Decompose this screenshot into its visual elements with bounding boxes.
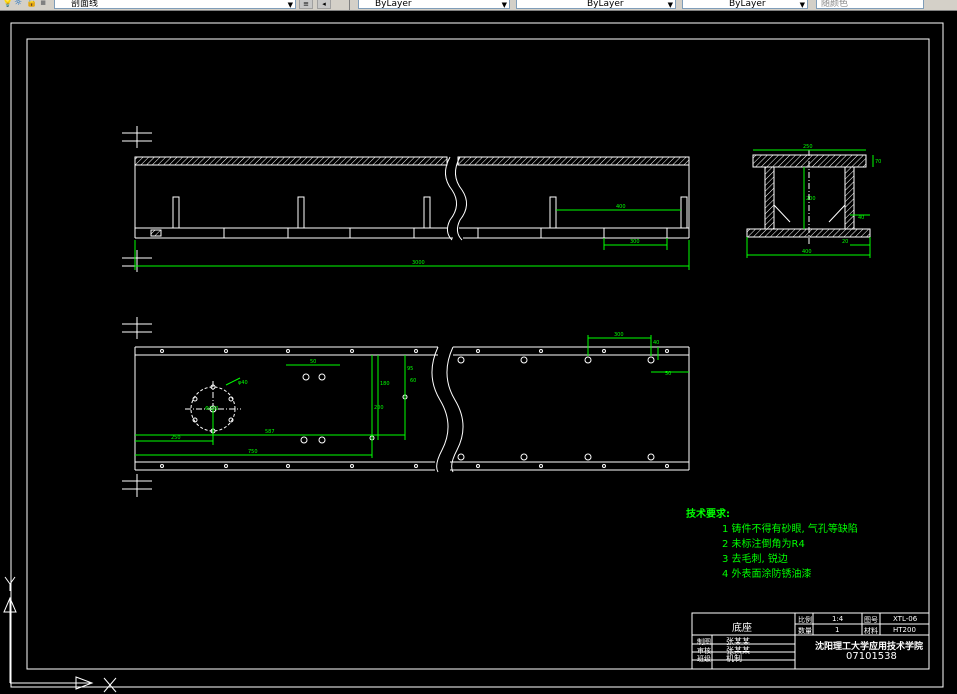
class-label: 班级	[697, 655, 711, 663]
top-plate-right	[457, 156, 690, 166]
side-dim-height: 200	[806, 196, 816, 202]
layer-name: 剖面线	[71, 0, 99, 9]
plan-dim-200: 200	[374, 405, 384, 411]
toolbar-separator	[349, 0, 350, 10]
plan-dim-r40: φ40	[238, 380, 248, 386]
side-dim-bottom: 400	[802, 249, 812, 255]
ucs-icon	[3, 576, 117, 693]
chevron-down-icon: ▼	[799, 1, 805, 9]
plan-dim-right-50: 50	[665, 371, 671, 377]
chevron-down-icon: ▼	[501, 1, 507, 9]
plotstyle-dropdown[interactable]: 随颜色	[816, 0, 924, 9]
material-value: HT200	[893, 626, 916, 634]
notes-item: 4 外表面涂防锈油漆	[722, 569, 812, 580]
side-dim-right-b: 40	[858, 215, 864, 221]
notes-heading: 技术要求:	[686, 509, 730, 520]
plan-dim-50: 50	[310, 359, 316, 365]
side-dim-top: 250	[803, 144, 813, 150]
plan-dim-right-300: 300	[614, 332, 624, 338]
class-name: 机制	[726, 654, 742, 663]
plan-dim-587: 587	[265, 429, 275, 435]
layer-manager-button[interactable]: ≡	[299, 0, 313, 9]
lineweight-value: ByLayer	[729, 0, 766, 9]
top-plate-left	[134, 156, 448, 166]
plan-dim-180: 180	[380, 381, 390, 387]
color-dropdown[interactable]: ByLayer ▼	[358, 0, 510, 9]
freeze-icon[interactable]: ▪	[40, 0, 46, 8]
plan-dim-60: 60	[410, 378, 416, 384]
rib	[680, 196, 688, 229]
scale-label: 比例	[798, 616, 812, 624]
sun-icon[interactable]: ☼	[14, 0, 22, 8]
notes-item: 2 未标注倒角为R4	[722, 539, 805, 550]
layer-previous-button[interactable]: ◂	[317, 0, 331, 9]
lock-icon[interactable]: 🔓	[26, 0, 37, 8]
qty-value: 1	[835, 626, 840, 634]
color-value: ByLayer	[375, 0, 412, 9]
drawing-no-label: 图号	[864, 616, 878, 624]
notes-item: 1 铸件不得有砂眼, 气孔等缺陷	[722, 524, 858, 535]
front-view	[122, 126, 690, 272]
part-name: 底座	[732, 623, 752, 634]
plan-dim-250: 250	[171, 435, 181, 441]
drawing-no-value: XTL-06	[893, 615, 918, 623]
dim-overall-length: 3000	[412, 260, 425, 266]
side-dim-right-a: 70	[875, 159, 881, 165]
layer-dropdown[interactable]: 剖面线 ▼	[54, 0, 296, 9]
break-line	[431, 346, 449, 473]
rib	[172, 196, 180, 229]
rib	[297, 196, 305, 229]
chevron-down-icon: ▼	[287, 1, 293, 9]
material-label: 材料	[864, 627, 878, 635]
scale-value: 1:4	[832, 615, 844, 623]
chevron-down-icon: ▼	[667, 1, 673, 9]
side-left-web	[764, 166, 775, 230]
linetype-value: ByLayer	[587, 0, 624, 9]
break-line	[445, 156, 457, 241]
student-id: 07101538	[846, 651, 897, 662]
dim-400: 400	[616, 204, 626, 210]
side-dim-right-c: 20	[842, 239, 848, 245]
plotstyle-value: 随颜色	[821, 0, 849, 9]
qty-label: 数量	[798, 627, 812, 635]
lineweight-dropdown[interactable]: ByLayer ▼	[682, 0, 808, 9]
plan-dim-circle: Φ200	[205, 406, 218, 412]
plan-view-dimensions	[135, 335, 689, 458]
model-space-canvas[interactable]: 3000 400 300 250 200 400 70 40 20 250 58…	[0, 11, 957, 694]
notes-item: 3 去毛刺, 锐边	[722, 554, 788, 565]
dim-300: 300	[630, 239, 640, 245]
properties-toolbar: 💡 ☼ 🔓 ▪ 剖面线 ▼ ≡ ◂ ByLayer ▼ ByLayer ▼ By…	[0, 0, 957, 11]
rib	[423, 196, 431, 229]
plan-dim-95: 95	[407, 366, 413, 372]
plan-dim-750: 750	[248, 449, 258, 455]
lightbulb-icon[interactable]: 💡	[2, 0, 13, 8]
side-right-web	[844, 166, 855, 230]
technical-requirements: 技术要求: 1 铸件不得有砂眼, 气孔等缺陷 2 未标注倒角为R4 3 去毛刺,…	[686, 507, 858, 582]
plan-dim-right-40: 40	[653, 340, 659, 346]
linetype-dropdown[interactable]: ByLayer ▼	[516, 0, 676, 9]
rib	[549, 196, 557, 229]
